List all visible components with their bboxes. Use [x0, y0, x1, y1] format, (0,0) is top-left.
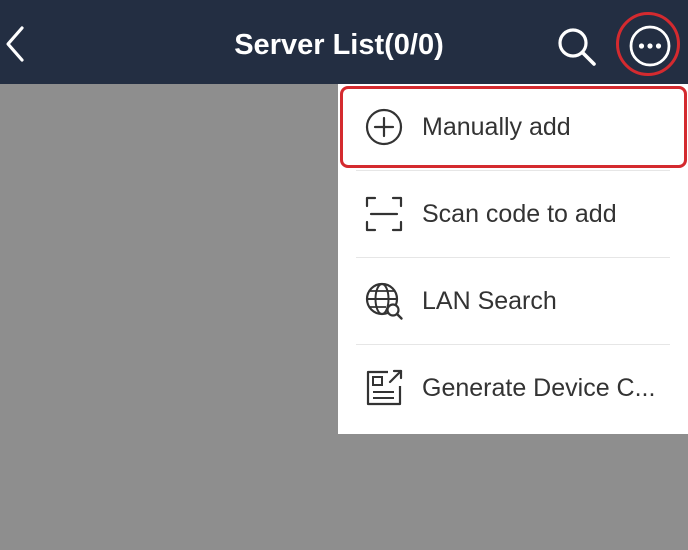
search-button[interactable]	[554, 24, 600, 70]
menu-item-generate-device-code[interactable]: Generate Device C...	[338, 345, 688, 431]
menu-item-label: Scan code to add	[422, 199, 617, 228]
device-code-icon	[364, 368, 404, 408]
menu-item-label: Generate Device C...	[422, 373, 656, 402]
dropdown-menu: Manually add Scan code to add LAN Search…	[338, 84, 688, 434]
more-horizontal-icon	[629, 25, 671, 67]
globe-search-icon	[364, 281, 404, 321]
menu-item-manually-add[interactable]: Manually add	[338, 84, 688, 170]
menu-item-scan-code[interactable]: Scan code to add	[338, 171, 688, 257]
back-button[interactable]	[2, 24, 28, 64]
menu-item-label: Manually add	[422, 112, 571, 141]
chevron-left-icon	[6, 26, 24, 62]
scan-icon	[364, 194, 404, 234]
search-icon	[558, 28, 596, 66]
plus-circle-icon	[364, 107, 404, 147]
more-button[interactable]	[614, 10, 686, 82]
menu-item-lan-search[interactable]: LAN Search	[338, 258, 688, 344]
top-bar: Server List(0/0)	[0, 0, 688, 84]
menu-item-label: LAN Search	[422, 286, 557, 315]
